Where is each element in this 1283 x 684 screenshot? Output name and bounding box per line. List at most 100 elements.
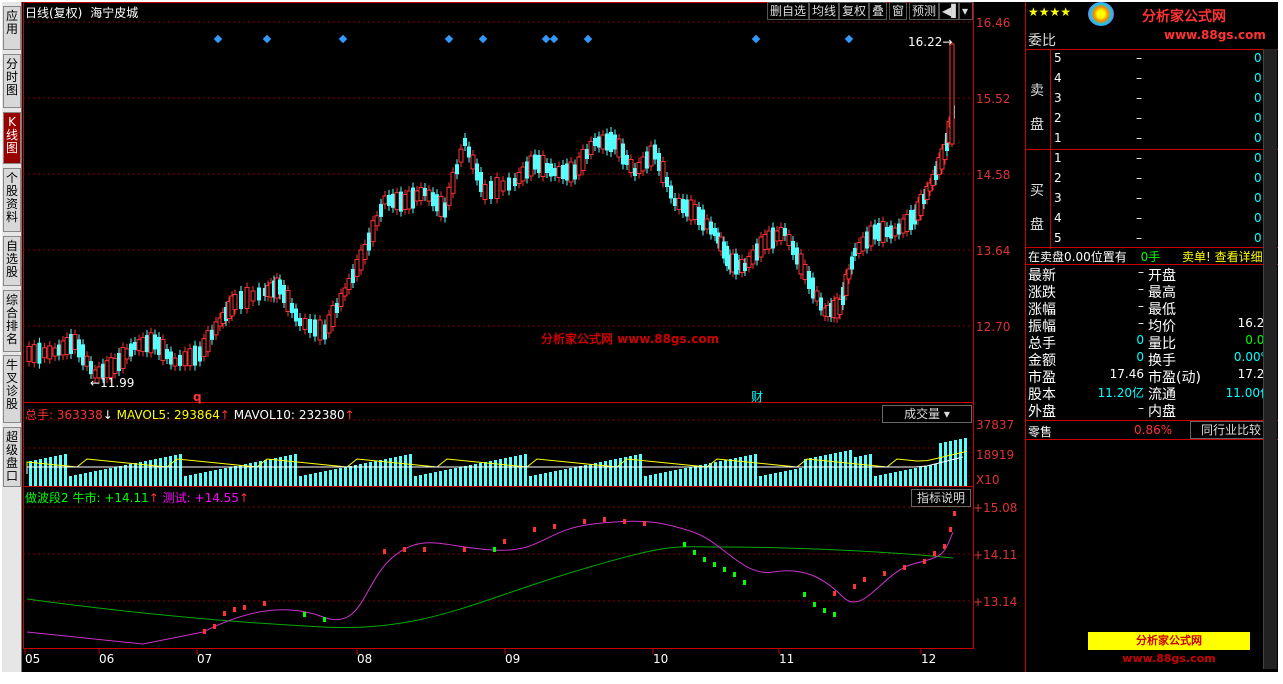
volume-bar bbox=[869, 454, 872, 486]
candle-body bbox=[414, 190, 420, 202]
volume-selector[interactable]: 成交量 ▾ bbox=[882, 405, 972, 423]
indicator-legend: 做波段2 牛市: +14.11↑ 测试: +14.55↑ bbox=[25, 489, 249, 506]
order-volume: 0 bbox=[1254, 211, 1262, 225]
candle-body bbox=[124, 348, 130, 360]
candle-body bbox=[561, 165, 565, 179]
candle-body bbox=[743, 263, 747, 271]
volume-bar bbox=[524, 454, 527, 486]
retail-value: 0.86% bbox=[1134, 423, 1173, 437]
chevron-down-icon[interactable]: ▾ bbox=[959, 2, 973, 20]
signal-diamond bbox=[549, 34, 559, 44]
candle-body bbox=[949, 43, 955, 145]
overlay-button[interactable]: 叠 bbox=[869, 2, 888, 20]
volume-bar bbox=[939, 443, 942, 486]
signal-dot bbox=[933, 551, 936, 556]
candle-body bbox=[621, 143, 625, 165]
delete-watch-button[interactable]: 删自选 bbox=[767, 2, 810, 20]
volume-bar bbox=[344, 467, 347, 486]
candle-body bbox=[81, 344, 85, 366]
volume-bar bbox=[754, 454, 757, 486]
volume-bar bbox=[454, 468, 457, 486]
logo-banner: ★★★★ 分析家公式网 bbox=[1026, 2, 1278, 26]
volume-bar bbox=[84, 473, 87, 486]
candle-body bbox=[133, 342, 137, 350]
order-level: 2 bbox=[1054, 111, 1062, 125]
logo-site: 分析家公式网 bbox=[1142, 9, 1226, 25]
kline-chart-area[interactable]: 日线(复权) 海宁皮城 删自选 均线 复权 叠 窗 预测 ◀▌ ▾ 16.46 … bbox=[23, 2, 1025, 672]
candle-body bbox=[746, 256, 752, 268]
quote-value: – bbox=[1138, 282, 1144, 296]
candle-body bbox=[435, 194, 439, 212]
indicator-explain-button[interactable]: 指标说明 bbox=[911, 489, 971, 507]
signal-dot bbox=[693, 550, 696, 555]
finance-mark[interactable]: 财 bbox=[751, 388, 763, 405]
candle-body bbox=[653, 144, 657, 160]
candle-body bbox=[807, 271, 811, 289]
candle-body bbox=[463, 138, 467, 146]
candle-body bbox=[172, 357, 178, 367]
signal-dot bbox=[463, 547, 466, 552]
quote-label2: 最高 bbox=[1148, 285, 1176, 301]
volume-bar bbox=[54, 456, 57, 486]
left-tab-2[interactable]: K线图 bbox=[3, 112, 21, 164]
signal-dot bbox=[503, 539, 506, 544]
restore-right-button[interactable]: 复权 bbox=[839, 2, 870, 20]
volume-bar bbox=[919, 467, 922, 486]
forecast-button[interactable]: 预测 bbox=[909, 2, 940, 20]
left-tab-4[interactable]: 自选股 bbox=[3, 236, 21, 286]
volume-bar bbox=[199, 473, 202, 486]
window-button[interactable]: 窗 bbox=[889, 2, 908, 20]
volume-bar bbox=[889, 473, 892, 486]
candle-body bbox=[294, 308, 298, 322]
candle-body bbox=[394, 192, 400, 211]
candle-body bbox=[418, 187, 424, 201]
signal-dot bbox=[213, 624, 216, 629]
volume-bar bbox=[234, 466, 237, 486]
candle-body bbox=[597, 136, 601, 148]
order-level: 5 bbox=[1054, 51, 1062, 65]
candle-body bbox=[335, 303, 339, 313]
signal-dot bbox=[263, 601, 266, 606]
quote-value: – bbox=[1138, 316, 1144, 330]
left-tab-5[interactable]: 综合排名 bbox=[3, 290, 21, 352]
candle-body bbox=[762, 234, 768, 250]
order-level: 5 bbox=[1054, 231, 1062, 245]
ma-button[interactable]: 均线 bbox=[809, 2, 840, 20]
mavol5-value: 293864 bbox=[174, 408, 220, 422]
quote-label2: 流通 bbox=[1148, 387, 1176, 403]
price-tick: 14.58 bbox=[976, 168, 1011, 182]
scrollbar[interactable] bbox=[1263, 49, 1277, 669]
left-tab-7[interactable]: 超级盘口 bbox=[3, 427, 21, 487]
candle-body bbox=[250, 290, 256, 302]
candle-body bbox=[257, 287, 261, 301]
nav-icon[interactable]: ◀▌ bbox=[939, 2, 960, 20]
volume-bar bbox=[159, 458, 162, 486]
signal-dot bbox=[813, 602, 816, 607]
order-price: – bbox=[1136, 91, 1142, 105]
candle-body bbox=[160, 339, 166, 361]
volume-bar bbox=[929, 465, 932, 486]
candle-body bbox=[494, 177, 500, 199]
candle-body bbox=[513, 178, 517, 186]
left-tab-6[interactable]: 牛叉诊股 bbox=[3, 355, 21, 423]
low-price-label: ←11.99 bbox=[90, 376, 135, 390]
left-tab-0[interactable]: 应用 bbox=[3, 6, 21, 50]
left-tab-3[interactable]: 个股资料 bbox=[3, 168, 21, 232]
candle-body bbox=[323, 324, 327, 340]
volume-bar bbox=[934, 464, 937, 486]
candle-body bbox=[244, 287, 250, 309]
volume-bar bbox=[569, 468, 572, 486]
candle-body bbox=[697, 207, 701, 225]
view-detail-link[interactable]: 卖单! 查看详细 bbox=[1182, 248, 1263, 265]
left-tab-1[interactable]: 分时图 bbox=[3, 54, 21, 108]
volume-bar bbox=[619, 458, 622, 486]
divider bbox=[1026, 149, 1278, 150]
volume-bar bbox=[874, 476, 877, 486]
volume-bar bbox=[964, 438, 967, 486]
peer-compare-button[interactable]: 同行业比较 bbox=[1190, 421, 1272, 439]
logo-url: www.88gs.com bbox=[1164, 28, 1266, 42]
candle-body bbox=[786, 234, 792, 246]
volume-bar bbox=[659, 473, 662, 486]
volume-bar bbox=[329, 470, 332, 486]
signal-dot bbox=[713, 562, 716, 567]
